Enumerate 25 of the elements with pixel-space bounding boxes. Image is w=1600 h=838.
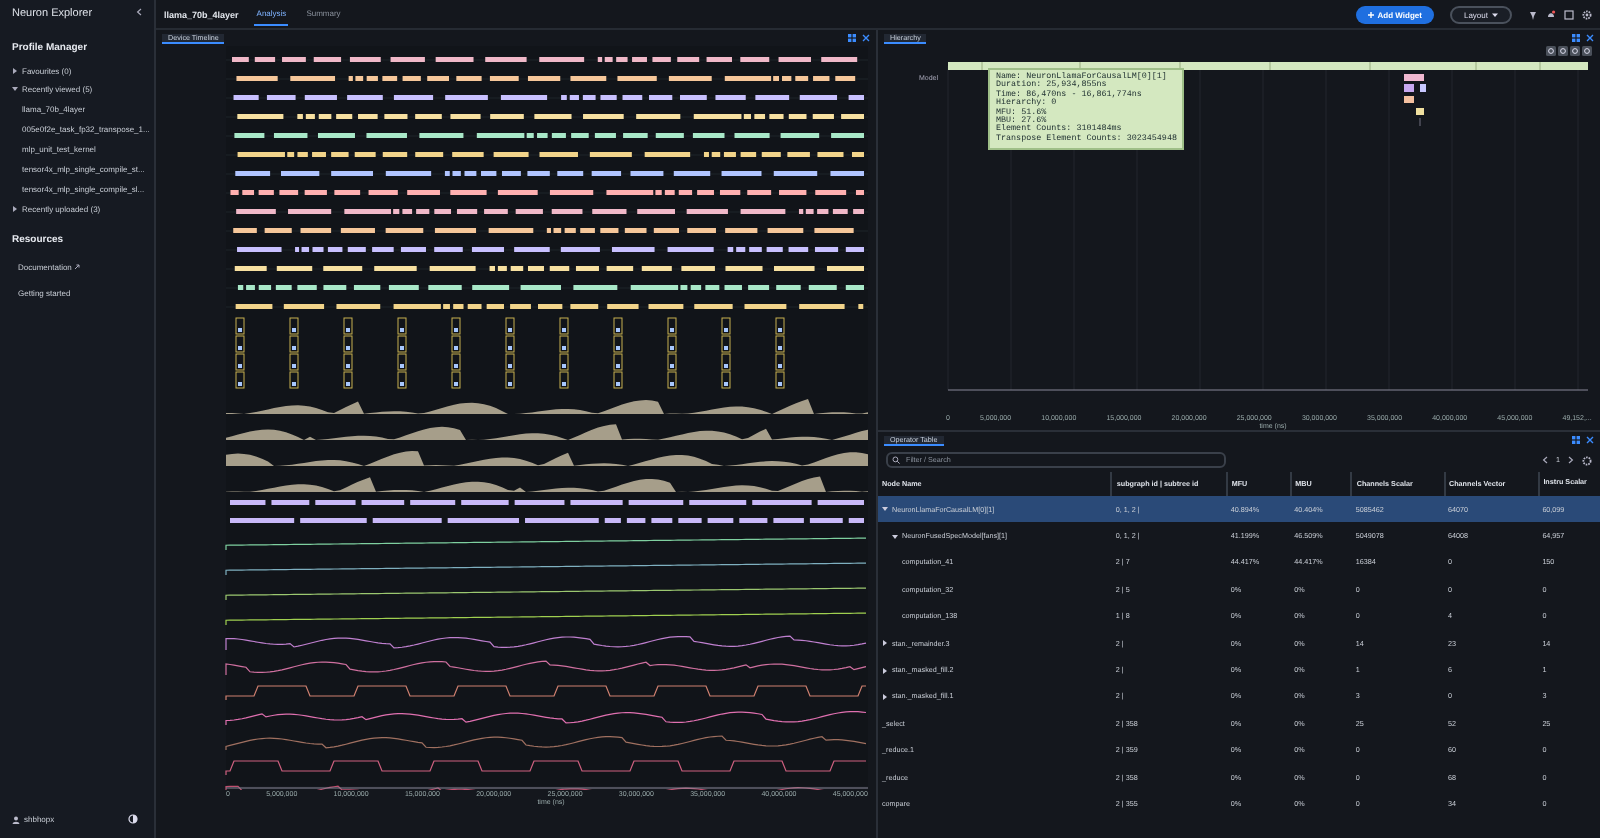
close-icon[interactable] [1586, 34, 1594, 42]
caret-icon [12, 68, 18, 74]
layout-icon[interactable] [1572, 436, 1580, 444]
close-icon[interactable] [1586, 436, 1594, 444]
collapse-caret-icon[interactable] [892, 533, 898, 540]
search-icon [892, 456, 900, 464]
layout-icon[interactable] [1572, 34, 1580, 42]
fullscreen-icon[interactable] [1564, 9, 1574, 19]
collapse-icon[interactable] [136, 8, 142, 16]
layout-icon[interactable] [848, 34, 856, 42]
user-icon [12, 815, 20, 823]
prev-page-icon[interactable] [1542, 456, 1548, 464]
caret-icon [1492, 11, 1498, 17]
settings-icon[interactable] [1582, 9, 1592, 19]
collapse-caret-icon[interactable] [882, 506, 888, 513]
plus-icon [1367, 11, 1374, 17]
caret-icon [12, 205, 18, 212]
next-page-icon[interactable] [1568, 456, 1574, 464]
expand-caret-icon[interactable] [882, 640, 888, 647]
expand-caret-icon[interactable] [882, 693, 888, 700]
theme-toggle-icon[interactable] [128, 814, 138, 824]
expand-caret-icon[interactable] [882, 667, 888, 674]
caret-icon [12, 86, 18, 92]
settings-icon[interactable] [1582, 455, 1592, 465]
close-icon[interactable] [862, 34, 870, 42]
